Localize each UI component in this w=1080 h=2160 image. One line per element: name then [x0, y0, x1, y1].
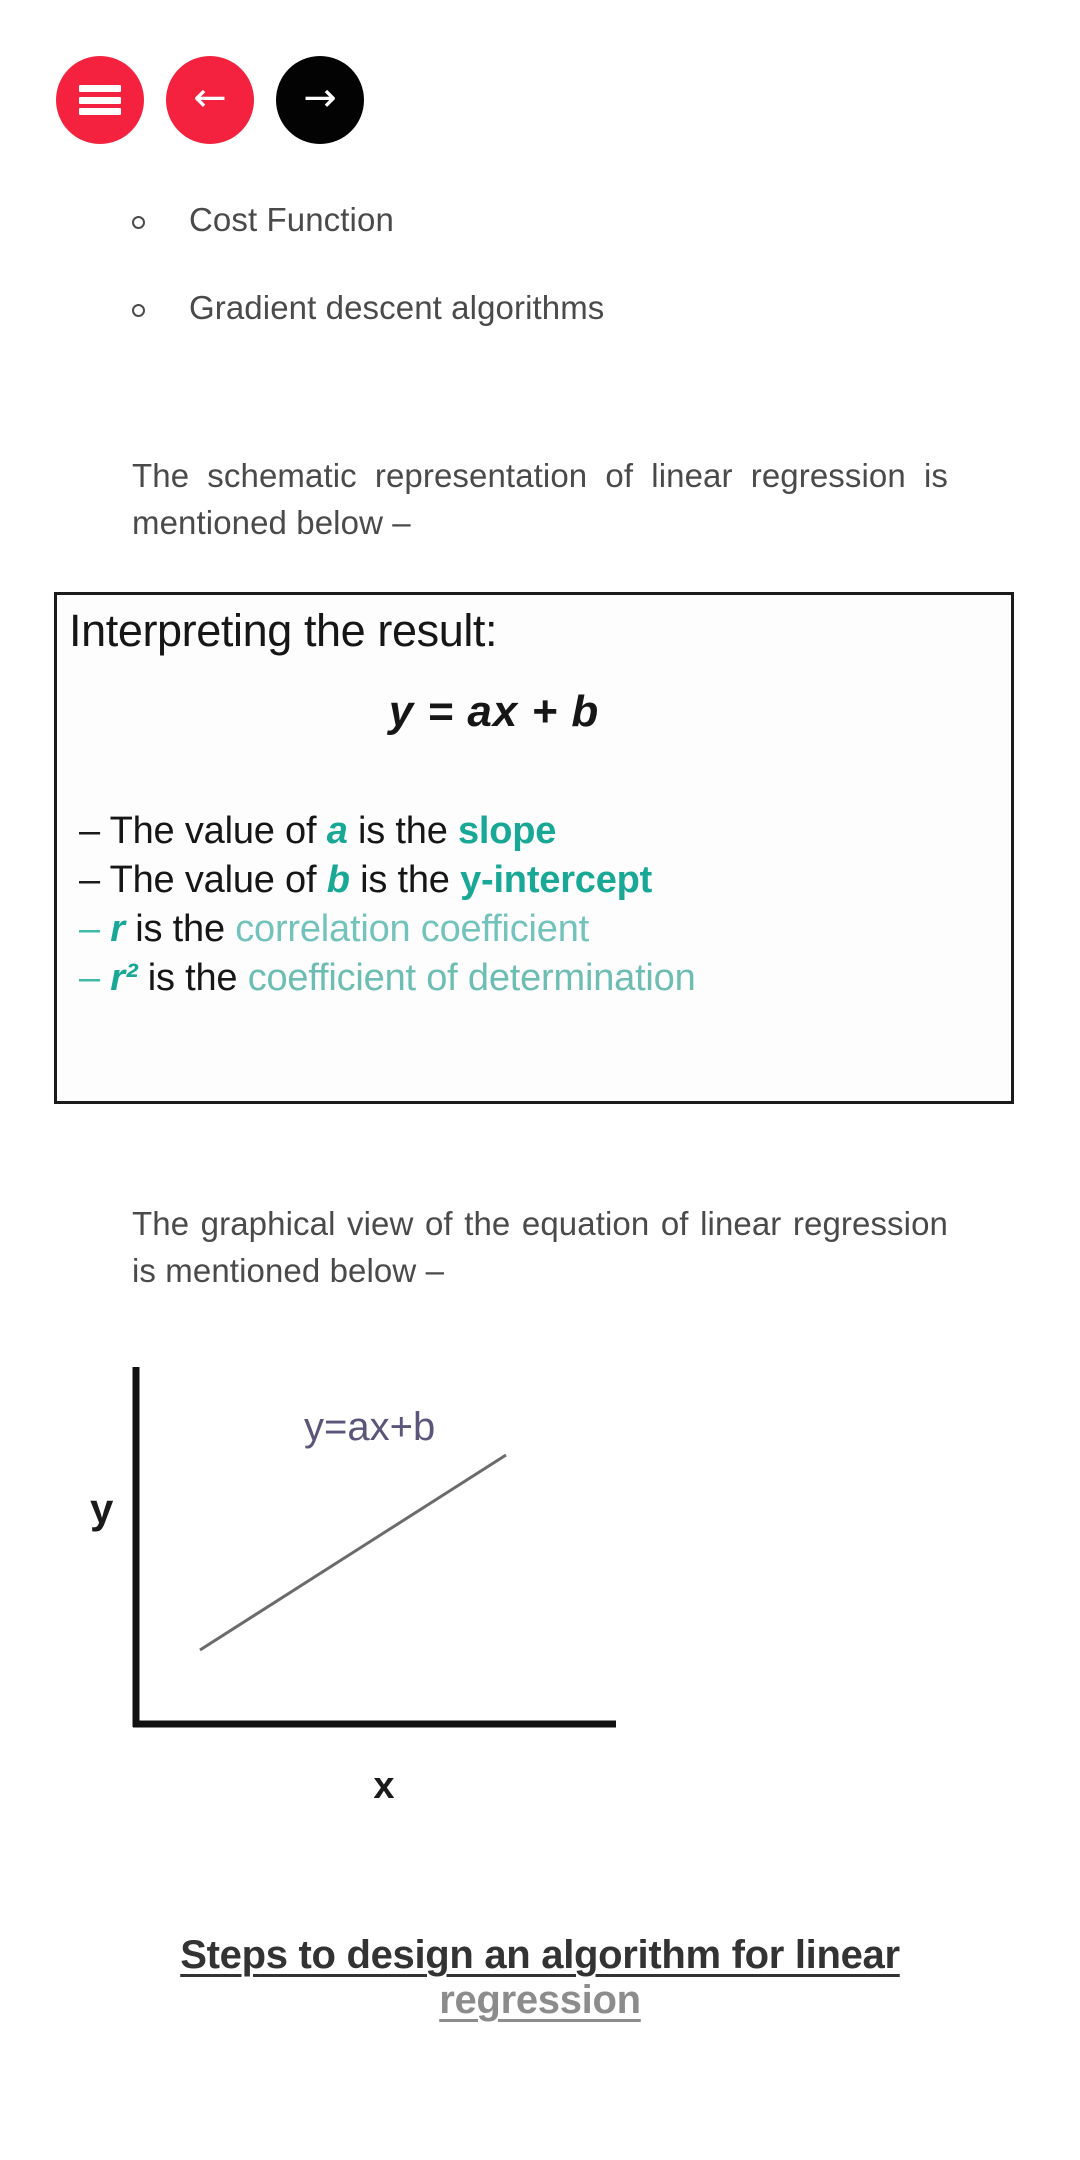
- equation-annotation: y=ax+b: [304, 1405, 435, 1449]
- section-heading-line1: Steps to design an algorithm for linear: [180, 1933, 900, 1978]
- figure-line-var: r: [110, 908, 125, 951]
- bullet-marker-icon: [132, 216, 145, 229]
- figure-line-mid: is the: [347, 810, 458, 852]
- figure-line-var: b: [326, 859, 350, 902]
- paragraph-line: The schematic representation of linear: [132, 457, 733, 494]
- figure-line-emph: slope: [457, 810, 557, 852]
- list-item: Cost Function: [132, 196, 952, 244]
- list-item-label: Cost Function: [189, 201, 394, 238]
- menu-button[interactable]: [56, 56, 144, 144]
- figure-equation: y = ax + b: [388, 687, 600, 736]
- figure-line-emph: correlation coefficient: [235, 908, 590, 951]
- y-axis-label: y: [90, 1485, 114, 1532]
- bullet-marker-icon: [132, 303, 145, 317]
- dash-marker: –: [79, 957, 100, 1000]
- figure-line-pre: The value of: [109, 810, 327, 852]
- list-item-label: Gradient descent algorithms: [189, 288, 605, 326]
- figure-line: – The value of a is the slope: [79, 807, 1001, 856]
- figure-line-emph: coefficient of determination: [247, 957, 696, 1000]
- paragraph-line: The graphical view of the equation of li…: [132, 1205, 782, 1242]
- figure-line-mid: is the: [137, 957, 248, 1000]
- x-axis-label: x: [373, 1765, 395, 1807]
- figure-interpreting-result: Interpreting the result: y = ax + b – Th…: [54, 592, 1014, 1104]
- figure-linear-regression-graph: y y=ax+b: [54, 1355, 714, 1795]
- dash-marker: –: [79, 859, 100, 902]
- figure-line: – r² is the coefficient of determination: [79, 954, 1001, 1003]
- arrow-left-icon: ←: [193, 75, 227, 121]
- figure-line-var: r²: [110, 957, 138, 1000]
- figure-line-var: a: [326, 810, 348, 852]
- section-heading-line2: regression: [439, 1977, 641, 2022]
- figure-line: – The value of b is the y-intercept: [79, 856, 1001, 905]
- dash-marker: –: [79, 810, 100, 852]
- figure-line-mid: is the: [349, 859, 461, 902]
- regression-line: [199, 1453, 507, 1652]
- arrow-right-icon: →: [303, 75, 337, 121]
- figure-bullet-lines: – The value of a is the slope – The valu…: [79, 807, 1001, 1003]
- figure-line: – r is the correlation coefficient: [79, 905, 1001, 954]
- list-item: Gradient descent algorithms: [132, 284, 952, 332]
- back-button[interactable]: ←: [166, 56, 254, 144]
- dash-marker: –: [79, 908, 100, 951]
- page-section-heading: Steps to design an algorithm for linear …: [110, 1933, 970, 2023]
- paragraph-schematic: The schematic representation of linear r…: [132, 453, 948, 547]
- floating-nav-buttons: ← →: [56, 56, 364, 144]
- paragraph-graphical: The graphical view of the equation of li…: [132, 1201, 948, 1295]
- graph-svg: y y=ax+b: [90, 1367, 616, 1728]
- figure-line-mid: is the: [124, 908, 236, 951]
- figure-line-emph: y-intercept: [460, 859, 653, 902]
- figure-title: Interpreting the result:: [69, 605, 498, 656]
- forward-button[interactable]: →: [276, 56, 364, 144]
- figure-line-pre: The value of: [109, 859, 327, 902]
- hamburger-icon: [79, 85, 121, 115]
- topic-bullet-list: Cost Function Gradient descent algorithm…: [132, 196, 952, 372]
